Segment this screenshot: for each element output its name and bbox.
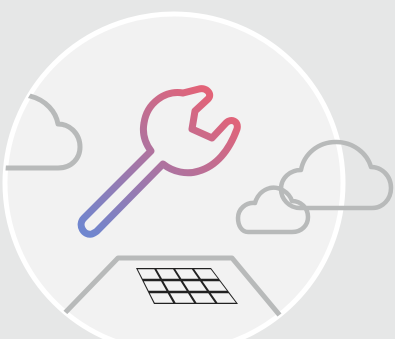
service-illustration [0,0,395,339]
